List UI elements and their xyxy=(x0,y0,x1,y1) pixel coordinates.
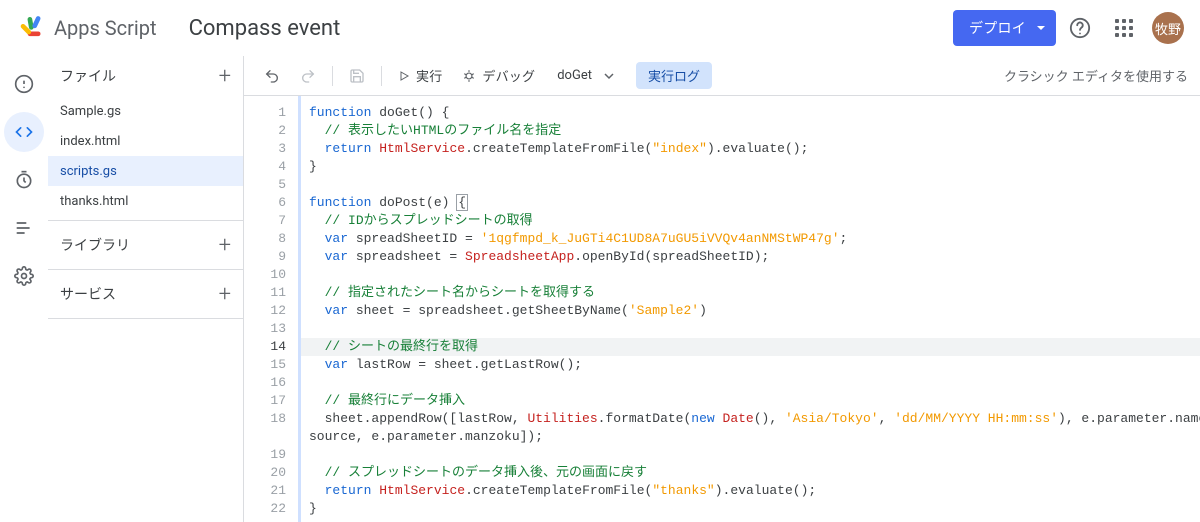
rail-overview[interactable] xyxy=(4,64,44,104)
debug-button[interactable]: デバッグ xyxy=(454,60,543,92)
sidebar-services-header: サービス + xyxy=(48,274,243,314)
editor-toolbar: 実行 デバッグ doGet 実行ログ クラシック エディタを使用する xyxy=(244,56,1200,96)
caret-down-icon xyxy=(1036,23,1046,33)
file-sidebar: ファイル + Sample.gsindex.htmlscripts.gsthan… xyxy=(48,56,244,522)
brand-text: Apps Script xyxy=(54,16,157,40)
redo-button[interactable] xyxy=(292,60,324,92)
project-title[interactable]: Compass event xyxy=(189,16,341,41)
line-gutter: 12345678910111213141516171819202122 xyxy=(244,96,298,522)
add-library-button[interactable]: + xyxy=(219,233,231,258)
function-selector[interactable]: doGet xyxy=(547,68,624,83)
sidebar-files-header: ファイル + xyxy=(48,56,243,96)
sidebar-libraries-label: ライブラリ xyxy=(60,235,130,255)
apps-script-logo: Apps Script xyxy=(16,14,157,42)
code-area[interactable]: function doGet() { // 表示したいHTMLのファイル名を指定… xyxy=(298,96,1200,522)
account-avatar[interactable]: 牧野 xyxy=(1152,12,1184,44)
app-header: Apps Script Compass event デプロイ 牧野 xyxy=(0,0,1200,56)
deploy-button-label: デプロイ xyxy=(969,18,1026,38)
rail-editor[interactable] xyxy=(4,112,44,152)
sidebar-services-label: サービス xyxy=(60,284,116,304)
caret-down-icon xyxy=(604,71,614,81)
file-item[interactable]: index.html xyxy=(48,126,243,156)
file-item[interactable]: scripts.gs xyxy=(48,156,243,186)
bug-icon xyxy=(462,69,476,83)
rail-settings[interactable] xyxy=(4,256,44,296)
file-item[interactable]: thanks.html xyxy=(48,186,243,216)
main-area: 実行 デバッグ doGet 実行ログ クラシック エディタを使用する 12345… xyxy=(244,56,1200,522)
sidebar-libraries-header: ライブラリ + xyxy=(48,225,243,265)
classic-editor-link[interactable]: クラシック エディタを使用する xyxy=(1004,66,1188,85)
run-button[interactable]: 実行 xyxy=(390,60,450,92)
help-icon[interactable] xyxy=(1060,8,1100,48)
code-editor[interactable]: 12345678910111213141516171819202122 func… xyxy=(244,96,1200,522)
add-service-button[interactable]: + xyxy=(219,282,231,307)
file-item[interactable]: Sample.gs xyxy=(48,96,243,126)
add-file-button[interactable]: + xyxy=(219,64,231,89)
execution-log-button[interactable]: 実行ログ xyxy=(636,62,712,89)
rail-executions[interactable] xyxy=(4,208,44,248)
sidebar-files-label: ファイル xyxy=(60,66,116,86)
nav-rail xyxy=(0,56,48,522)
save-button[interactable] xyxy=(341,60,373,92)
rail-triggers[interactable] xyxy=(4,160,44,200)
undo-button[interactable] xyxy=(256,60,288,92)
play-icon xyxy=(398,70,410,82)
apps-menu-icon[interactable] xyxy=(1104,8,1144,48)
deploy-button[interactable]: デプロイ xyxy=(953,10,1056,46)
